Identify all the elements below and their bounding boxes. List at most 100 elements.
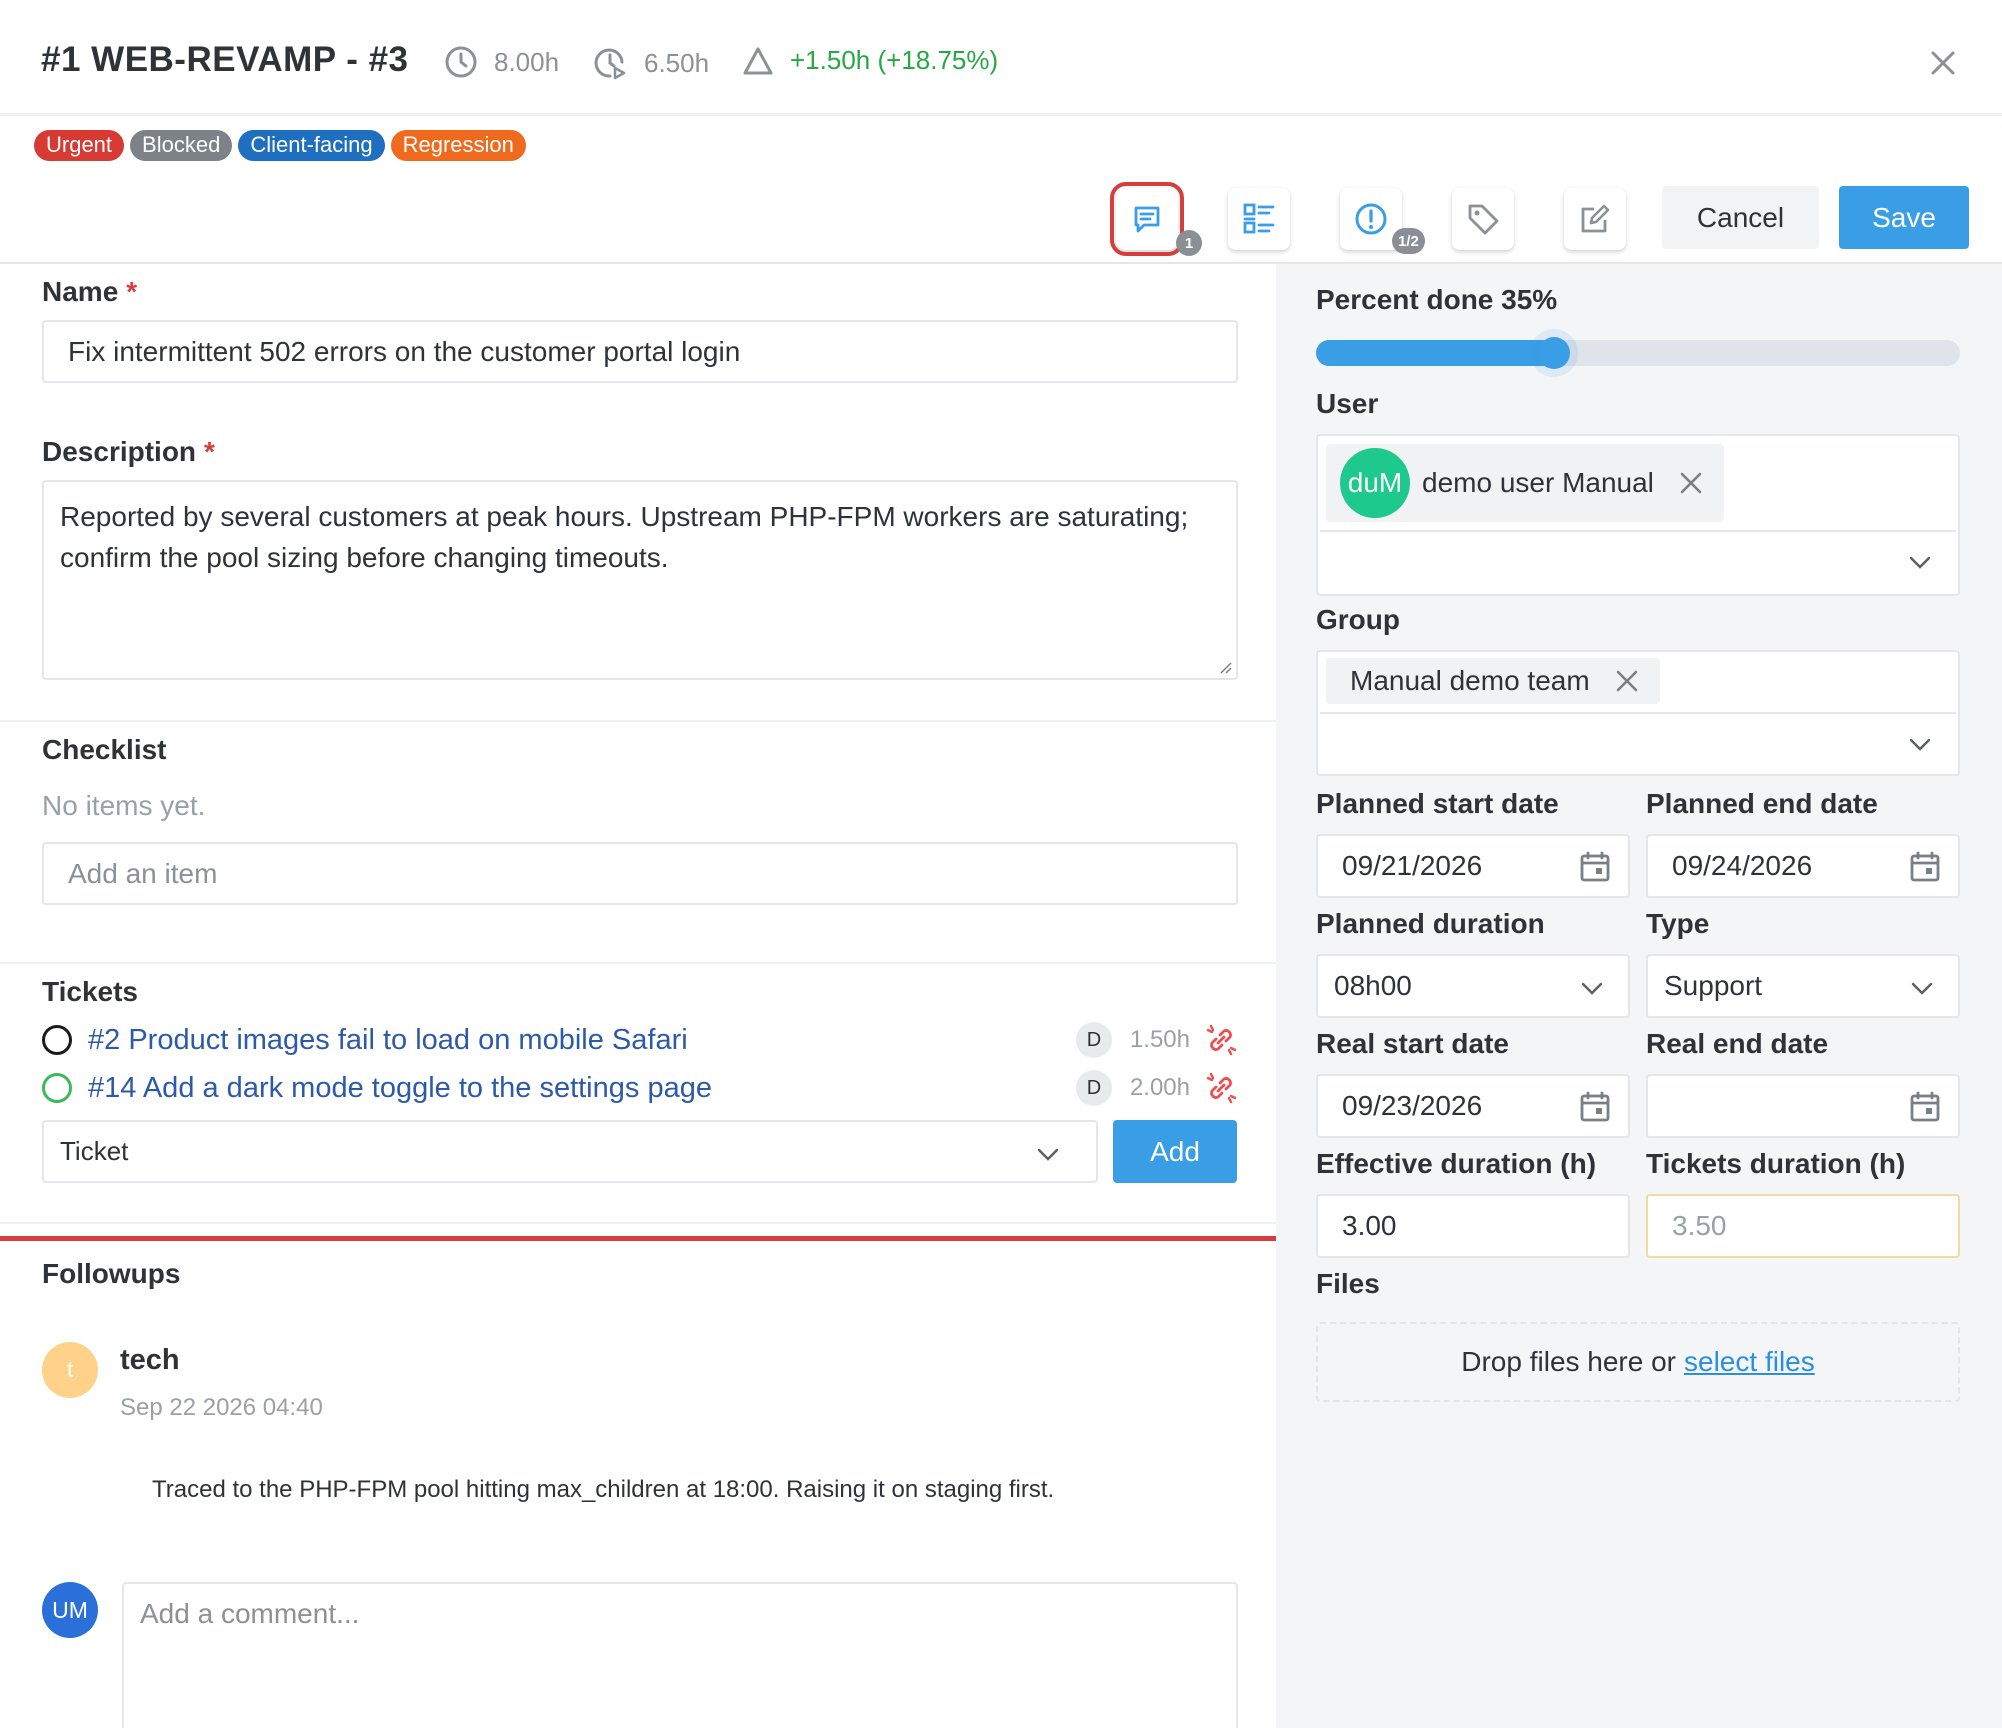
effective-duration-label: Effective duration (h) xyxy=(1316,1148,1597,1179)
description-value: Reported by several customers at peak ho… xyxy=(60,501,1189,573)
ticket-row: #14 Add a dark mode toggle to the settin… xyxy=(42,1066,1238,1110)
chevron-down-icon xyxy=(1909,738,1931,751)
remove-group-icon[interactable] xyxy=(1614,668,1640,694)
group-dropdown[interactable] xyxy=(1320,712,1956,772)
resize-grip-icon[interactable] xyxy=(1218,660,1232,674)
planned-duration-select[interactable]: 08h00 xyxy=(1316,954,1630,1018)
edit-icon xyxy=(1581,204,1610,233)
followup-date: Sep 22 2026 04:40 xyxy=(120,1394,323,1421)
delta-icon xyxy=(743,47,773,74)
section-divider xyxy=(0,720,1276,722)
select-files-link[interactable]: select files xyxy=(1684,1346,1815,1378)
calendar-icon[interactable] xyxy=(1908,850,1942,884)
clock-play-icon xyxy=(594,48,626,80)
remove-user-icon[interactable] xyxy=(1678,470,1704,496)
planned-start-value: 09/21/2026 xyxy=(1342,850,1483,881)
real-start-label: Real start date xyxy=(1316,1028,1509,1059)
tickets-duration-input: 3.50 xyxy=(1646,1194,1960,1258)
cancel-button[interactable]: Cancel xyxy=(1662,186,1819,249)
alerts-count-badge: 1/2 xyxy=(1392,228,1425,254)
ticket-select[interactable]: Ticket xyxy=(42,1120,1098,1183)
tags-button[interactable] xyxy=(1452,188,1514,250)
group-label: Group xyxy=(1316,604,1400,635)
edit-button[interactable] xyxy=(1564,188,1626,250)
calendar-icon[interactable] xyxy=(1578,850,1612,884)
chevron-down-icon xyxy=(1909,556,1931,569)
ticket-link[interactable]: #2 Product images fail to load on mobile… xyxy=(88,1024,688,1057)
planned-time-value: 8.00h xyxy=(494,46,560,77)
comment-placeholder: Add a comment... xyxy=(140,1598,360,1629)
type-value: Support xyxy=(1664,970,1763,1001)
actual-time: 6.50h xyxy=(592,45,709,81)
user-dropdown[interactable] xyxy=(1320,530,1956,590)
current-user-avatar: UM xyxy=(42,1582,98,1638)
followups-title: Followups xyxy=(42,1258,181,1289)
unlink-icon[interactable] xyxy=(1204,1023,1238,1057)
side-panel: Percent done 35% User duM demo user Manu… xyxy=(1276,264,2002,1728)
user-avatar: duM xyxy=(1340,448,1410,518)
planned-start-label: Planned start date xyxy=(1316,788,1559,819)
save-button[interactable]: Save xyxy=(1839,186,1969,249)
comment-icon xyxy=(1134,206,1160,233)
tickets-duration-label: Tickets duration (h) xyxy=(1646,1148,1906,1179)
followups-button[interactable]: 1 xyxy=(1110,182,1202,256)
drop-text: Drop files here or xyxy=(1461,1346,1677,1377)
followup-author: tech xyxy=(120,1344,180,1376)
clock-icon xyxy=(445,46,477,78)
ticket-select-value: Ticket xyxy=(60,1136,129,1166)
task-title: #1 WEB-REVAMP - #3 xyxy=(41,40,409,79)
tag-regression[interactable]: Regression xyxy=(390,130,526,161)
name-input[interactable]: Fix intermittent 502 errors on the custo… xyxy=(42,320,1238,383)
user-label: User xyxy=(1316,388,1379,419)
planned-start-input[interactable]: 09/21/2026 xyxy=(1316,834,1630,898)
name-label-text: Name xyxy=(42,276,119,307)
comment-input[interactable]: Add a comment... xyxy=(122,1582,1238,1728)
file-dropzone[interactable]: Drop files here or select files xyxy=(1316,1322,1960,1402)
tag-icon xyxy=(1468,204,1499,235)
time-diff: +1.50h (+18.75%) xyxy=(742,45,998,76)
checklist-button[interactable] xyxy=(1228,188,1290,250)
effective-duration-input[interactable]: 3.00 xyxy=(1316,1194,1630,1258)
name-label: Name * xyxy=(42,276,137,308)
tickets-duration-value: 3.50 xyxy=(1672,1210,1727,1241)
tag-blocked[interactable]: Blocked xyxy=(130,130,233,161)
planned-end-input[interactable]: 09/24/2026 xyxy=(1646,834,1960,898)
name-value: Fix intermittent 502 errors on the custo… xyxy=(68,335,741,367)
tag-urgent[interactable]: Urgent xyxy=(34,130,125,161)
type-label: Type xyxy=(1646,908,1710,939)
ticket-link[interactable]: #14 Add a dark mode toggle to the settin… xyxy=(88,1072,712,1105)
required-mark: * xyxy=(126,276,138,307)
ticket-status-icon xyxy=(42,1073,72,1103)
followups-highlight-bar xyxy=(0,1236,1276,1241)
user-chip-name: demo user Manual xyxy=(1422,467,1654,498)
description-label: Description * xyxy=(42,436,215,468)
real-end-input[interactable] xyxy=(1646,1074,1960,1138)
percent-done-slider[interactable] xyxy=(1316,337,1960,369)
description-textarea[interactable]: Reported by several customers at peak ho… xyxy=(42,480,1238,680)
unlink-icon[interactable] xyxy=(1204,1071,1238,1105)
tag-client-facing[interactable]: Client-facing xyxy=(238,130,385,161)
group-chip: Manual demo team xyxy=(1326,658,1660,704)
user-select[interactable]: duM demo user Manual xyxy=(1316,434,1960,596)
group-select[interactable]: Manual demo team xyxy=(1316,650,1960,776)
modal-header: #1 WEB-REVAMP - #3 8.00h 6.50h +1.50h (+… xyxy=(0,0,2002,116)
add-ticket-button[interactable]: Add xyxy=(1113,1120,1237,1183)
tag-list: Urgent Blocked Client-facing Regression xyxy=(34,130,526,161)
checklist-title: Checklist xyxy=(42,734,167,765)
section-divider xyxy=(0,962,1276,964)
real-start-input[interactable]: 09/23/2026 xyxy=(1316,1074,1630,1138)
calendar-icon[interactable] xyxy=(1578,1090,1612,1124)
type-select[interactable]: Support xyxy=(1646,954,1960,1018)
close-button[interactable] xyxy=(1926,46,1960,80)
followups-count-badge: 1 xyxy=(1176,230,1202,256)
ticket-row: #2 Product images fail to load on mobile… xyxy=(42,1018,1238,1062)
list-icon xyxy=(1243,203,1275,234)
alerts-button[interactable]: 1/2 xyxy=(1340,188,1425,254)
checklist-add-input[interactable]: Add an item xyxy=(42,842,1238,905)
planned-duration-label: Planned duration xyxy=(1316,908,1545,939)
user-chip: duM demo user Manual xyxy=(1326,444,1724,522)
slider-handle[interactable] xyxy=(1538,337,1570,369)
percent-done-label: Percent done 35% xyxy=(1316,284,1558,315)
time-diff-value: +1.50h (+18.75%) xyxy=(790,45,999,75)
calendar-icon[interactable] xyxy=(1908,1090,1942,1124)
